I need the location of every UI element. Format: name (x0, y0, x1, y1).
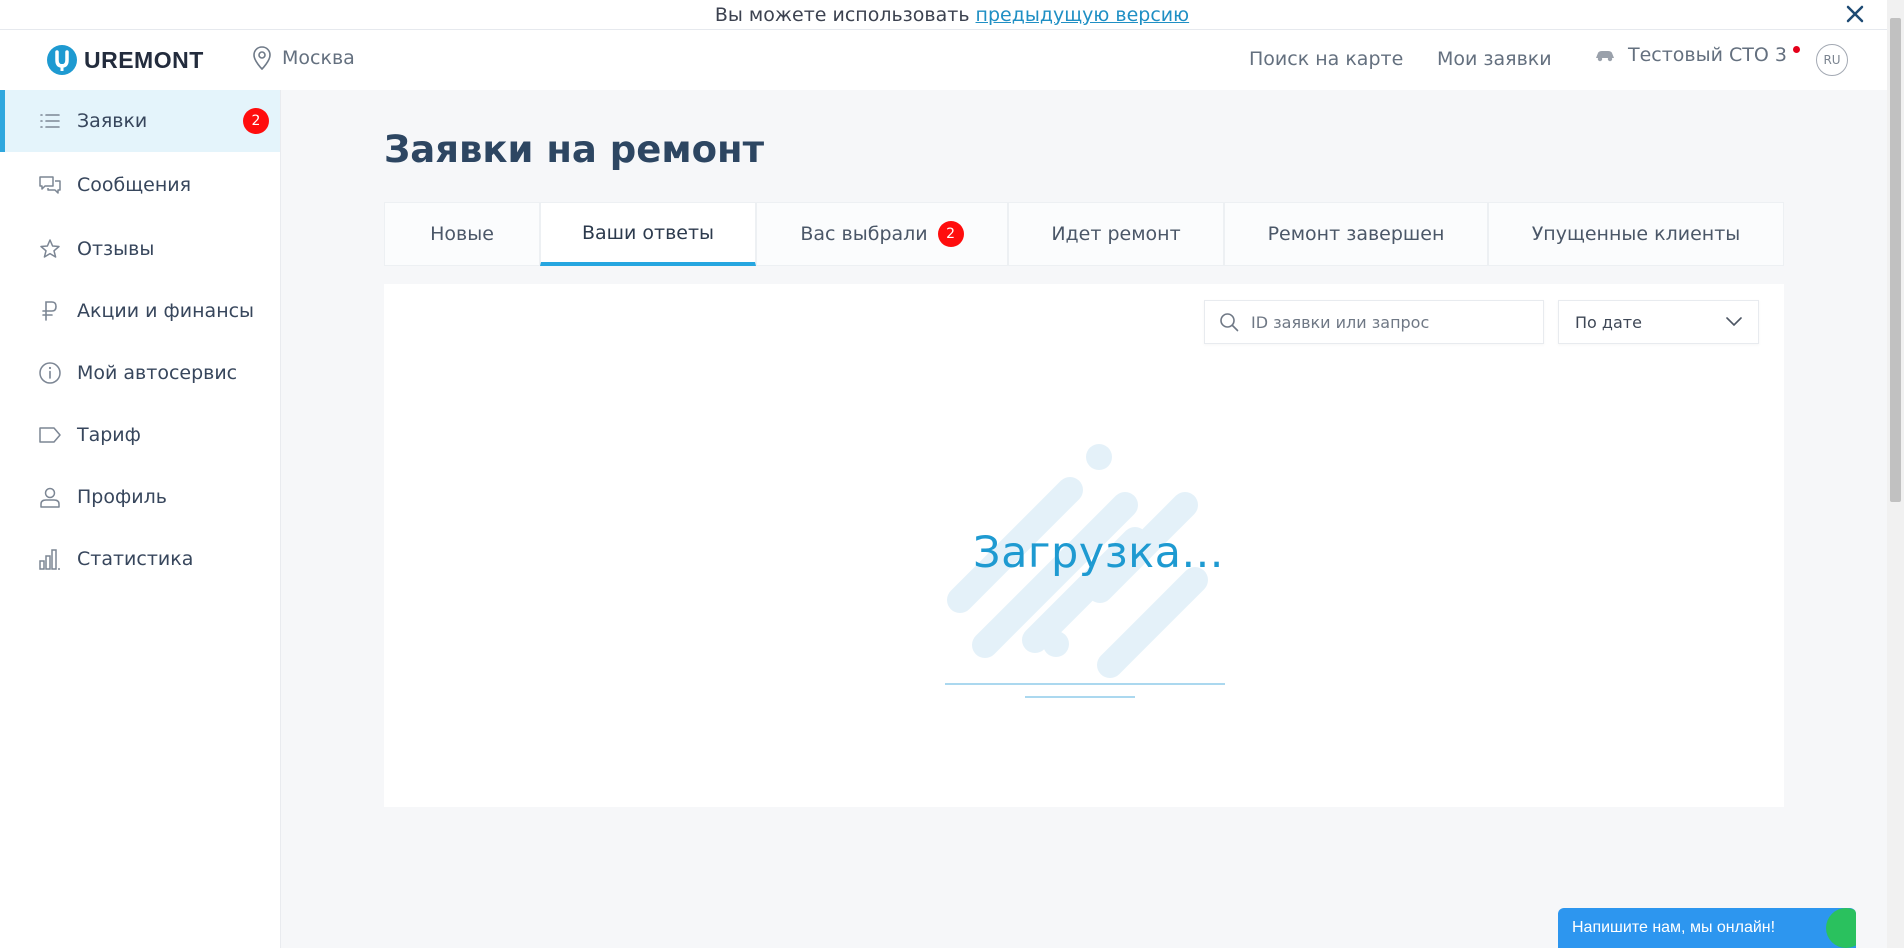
nav-my-requests[interactable]: Мои заявки (1437, 48, 1552, 70)
sidebar-item-promotions-finance[interactable]: Акции и финансы (0, 280, 280, 342)
chat-icon (39, 176, 61, 194)
tab-your-answers[interactable]: Ваши ответы (540, 202, 756, 266)
tab-label: Новые (430, 223, 494, 245)
requests-count-badge: 2 (243, 108, 269, 134)
scrollbar-thumb[interactable] (1890, 18, 1901, 502)
info-icon (39, 362, 61, 384)
search-icon (1220, 313, 1239, 332)
user-menu[interactable]: Тестовый СТО 3 (1594, 44, 1800, 66)
user-icon (40, 487, 60, 508)
online-indicator (1826, 908, 1856, 948)
sidebar-item-requests[interactable]: Заявки 2 (0, 90, 280, 152)
ruble-icon (42, 301, 57, 321)
tab-in-repair[interactable]: Идет ремонт (1008, 202, 1224, 266)
sidebar-item-label: Отзывы (77, 238, 155, 260)
sidebar-item-profile[interactable]: Профиль (0, 466, 280, 528)
search-input[interactable] (1249, 311, 1513, 333)
tab-repair-done[interactable]: Ремонт завершен (1224, 202, 1488, 266)
star-icon (40, 239, 60, 258)
top-banner: Вы можете использовать предыдущую версию (0, 0, 1904, 30)
sidebar-item-label: Заявки (77, 110, 148, 132)
sidebar-item-messages[interactable]: Сообщения (0, 154, 280, 216)
notification-dot (1792, 45, 1800, 53)
chat-widget-button[interactable]: Напишите нам, мы онлайн! (1558, 908, 1856, 948)
close-icon[interactable] (1844, 3, 1866, 25)
tab-new[interactable]: Новые (384, 202, 540, 266)
page-scrollbar[interactable] (1887, 0, 1904, 948)
sidebar: Заявки 2 Сообщения Отзывы Акции и финанс… (0, 90, 281, 948)
tab-chosen[interactable]: Вас выбрали 2 (756, 202, 1008, 266)
tag-icon (39, 427, 61, 443)
list-icon (40, 114, 60, 128)
previous-version-link[interactable]: предыдущую версию (976, 4, 1190, 26)
city-selector[interactable]: Москва (252, 46, 355, 70)
page-title: Заявки на ремонт (384, 128, 765, 171)
header: UREMONT Москва Поиск на карте Мои заявки… (0, 30, 1887, 90)
tab-label: Идет ремонт (1051, 223, 1181, 245)
sidebar-item-label: Статистика (77, 548, 194, 570)
sidebar-item-label: Мой автосервис (77, 362, 238, 384)
sidebar-item-tariff[interactable]: Тариф (0, 404, 280, 466)
location-pin-icon (253, 46, 271, 70)
banner-text: Вы можете использовать (714, 3, 970, 26)
bar-chart-icon (39, 549, 60, 570)
nav-map-search[interactable]: Поиск на карте (1249, 48, 1403, 70)
sidebar-item-label: Сообщения (77, 174, 192, 196)
car-icon (1596, 51, 1614, 62)
sidebar-item-label: Акции и финансы (77, 300, 255, 322)
chevron-down-icon (1726, 317, 1742, 327)
loading-text: Загрузка... (973, 528, 1224, 578)
sidebar-item-statistics[interactable]: Статистика (0, 528, 280, 590)
sidebar-item-my-service[interactable]: Мой автосервис (0, 342, 280, 404)
sidebar-item-label: Тариф (77, 424, 141, 446)
logo-text: UREMONT (84, 46, 204, 73)
user-name: Тестовый СТО 3 (1628, 44, 1787, 66)
sidebar-item-reviews[interactable]: Отзывы (0, 218, 280, 280)
chat-label: Напишите нам, мы онлайн! (1572, 919, 1776, 936)
tab-label: Упущенные клиенты (1531, 223, 1741, 245)
language-switcher[interactable]: RU (1816, 44, 1848, 76)
sort-value: По дате (1575, 312, 1642, 332)
logo[interactable]: UREMONT (46, 44, 204, 76)
tab-label: Вас выбрали (800, 223, 928, 245)
tab-label: Ремонт завершен (1267, 223, 1445, 245)
sort-select[interactable]: По дате (1558, 300, 1759, 344)
logo-icon (47, 45, 77, 75)
tab-label: Ваши ответы (581, 221, 715, 244)
city-name: Москва (282, 47, 355, 69)
chosen-count-badge: 2 (937, 221, 964, 247)
sidebar-item-label: Профиль (77, 486, 167, 508)
tab-missed-clients[interactable]: Упущенные клиенты (1488, 202, 1784, 266)
search-box[interactable] (1204, 300, 1544, 344)
